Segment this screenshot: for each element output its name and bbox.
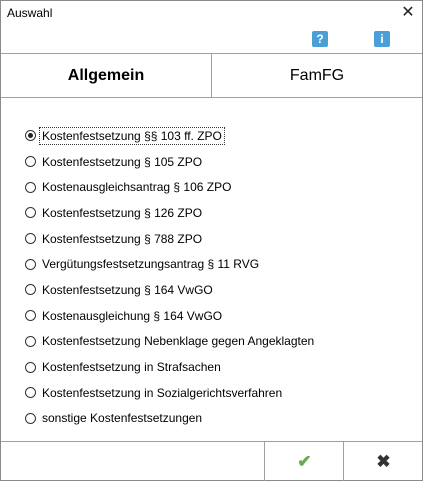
info-icon[interactable]: i (374, 31, 390, 47)
option-list: Kostenfestsetzung §§ 103 ff. ZPO Kostenfe… (25, 123, 316, 431)
radio-button[interactable] (25, 207, 36, 219)
radio-option[interactable]: Kostenausgleichung § 164 VwGO (25, 303, 316, 329)
radio-option[interactable]: Kostenfestsetzung §§ 103 ff. ZPO (25, 123, 316, 149)
title-bar: Auswahl ✕ (1, 1, 422, 27)
radio-button-checked[interactable] (25, 130, 36, 142)
radio-option-label[interactable]: Kostenfestsetzung § 126 ZPO (40, 205, 204, 221)
radio-option-label[interactable]: Kostenfestsetzung § 164 VwGO (40, 282, 215, 298)
radio-button[interactable] (25, 361, 36, 373)
radio-option[interactable]: Kostenausgleichsantrag § 106 ZPO (25, 174, 316, 200)
radio-option[interactable]: Kostenfestsetzung in Sozialgerichtsverfa… (25, 380, 316, 406)
radio-button[interactable] (25, 310, 36, 322)
radio-option[interactable]: Kostenfestsetzung § 164 VwGO (25, 277, 316, 303)
radio-button[interactable] (25, 412, 36, 424)
radio-option[interactable]: Vergütungsfestsetzungsantrag § 11 RVG (25, 251, 316, 277)
radio-option-label[interactable]: Kostenfestsetzung § 105 ZPO (40, 154, 204, 170)
radio-option[interactable]: Kostenfestsetzung Nebenklage gegen Angek… (25, 329, 316, 355)
tab-bar: Allgemein FamFG (1, 53, 422, 98)
ok-button[interactable]: ✔ (264, 442, 344, 481)
radio-option-label[interactable]: sonstige Kostenfestsetzungen (40, 410, 204, 426)
radio-option-label[interactable]: Vergütungsfestsetzungsantrag § 11 RVG (40, 256, 261, 272)
cross-icon: ✖ (376, 451, 391, 471)
tab-allgemein[interactable]: Allgemein (1, 54, 211, 97)
radio-button[interactable] (25, 181, 36, 193)
radio-option-label[interactable]: Kostenfestsetzung in Strafsachen (40, 359, 223, 375)
radio-option[interactable]: sonstige Kostenfestsetzungen (25, 406, 316, 432)
radio-option[interactable]: Kostenfestsetzung § 788 ZPO (25, 226, 316, 252)
radio-option-label[interactable]: Kostenfestsetzung §§ 103 ff. ZPO (39, 126, 225, 145)
radio-option-label[interactable]: Kostenausgleichsantrag § 106 ZPO (40, 179, 233, 195)
radio-button[interactable] (25, 258, 36, 270)
radio-button[interactable] (25, 156, 36, 168)
radio-option[interactable]: Kostenfestsetzung in Strafsachen (25, 354, 316, 380)
radio-option-label[interactable]: Kostenausgleichung § 164 VwGO (40, 308, 224, 324)
checkmark-icon: ✔ (297, 451, 312, 471)
radio-option-label[interactable]: Kostenfestsetzung § 788 ZPO (40, 231, 204, 247)
radio-button[interactable] (25, 284, 36, 296)
radio-option-label[interactable]: Kostenfestsetzung Nebenklage gegen Angek… (40, 333, 316, 349)
button-bar: ✔ ✖ (1, 441, 422, 481)
radio-option[interactable]: Kostenfestsetzung § 105 ZPO (25, 149, 316, 175)
radio-button[interactable] (25, 233, 36, 245)
radio-option[interactable]: Kostenfestsetzung § 126 ZPO (25, 200, 316, 226)
cancel-button[interactable]: ✖ (343, 442, 423, 481)
radio-option-label[interactable]: Kostenfestsetzung in Sozialgerichtsverfa… (40, 385, 284, 401)
radio-button[interactable] (25, 335, 36, 347)
close-icon[interactable]: ✕ (400, 4, 416, 22)
auswahl-dialog: Auswahl ✕ ? i Allgemein FamFG Kostenfest… (0, 0, 423, 481)
tab-famfg[interactable]: FamFG (211, 54, 422, 97)
window-title: Auswahl (7, 6, 53, 20)
radio-button[interactable] (25, 387, 36, 399)
help-icon[interactable]: ? (312, 31, 328, 47)
